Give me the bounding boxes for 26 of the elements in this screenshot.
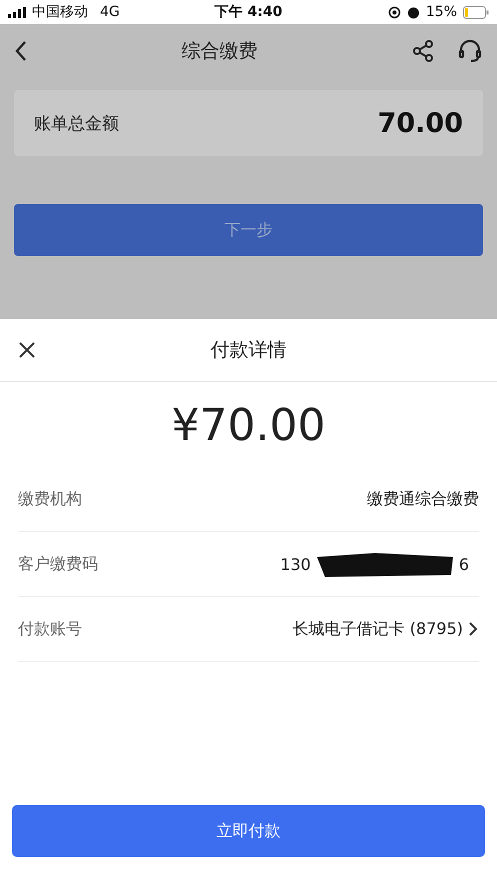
close-icon[interactable]: [18, 341, 36, 359]
page-title: 综合缴费: [180, 39, 258, 64]
pay-button[interactable]: 立即付款: [12, 805, 485, 857]
row-value: 缴费通综合缴费: [367, 488, 479, 510]
clock-time: 下午 4:40: [214, 3, 282, 21]
bill-label: 账单总金额: [34, 112, 119, 134]
sheet-title: 付款详情: [210, 338, 288, 363]
headset-icon[interactable]: [457, 38, 483, 64]
row-label: 付款账号: [18, 618, 82, 640]
row-value: 6: [458, 554, 469, 574]
row-label: 客户缴费码: [18, 554, 98, 574]
bill-amount: 70.00: [378, 108, 463, 138]
carrier-name: 中国移动: [32, 3, 88, 21]
battery-icon: [463, 6, 490, 18]
chevron-icon: [467, 620, 479, 638]
account-row[interactable]: 付款账号 长城电子借记卡 (8795): [18, 597, 479, 662]
row-value: 长城电子借记卡 (8795): [292, 618, 463, 640]
battery-percent: 15%: [426, 4, 458, 20]
signal-icon: [8, 6, 26, 18]
share-icon[interactable]: [411, 39, 435, 63]
row-value: 130: [280, 554, 311, 574]
rotation-lock-icon: [388, 6, 401, 18]
row-label: 缴费机构: [18, 488, 82, 510]
network-type: 4G: [100, 4, 120, 20]
back-icon[interactable]: [14, 40, 28, 62]
payment-amount: ¥70.00: [172, 400, 326, 451]
